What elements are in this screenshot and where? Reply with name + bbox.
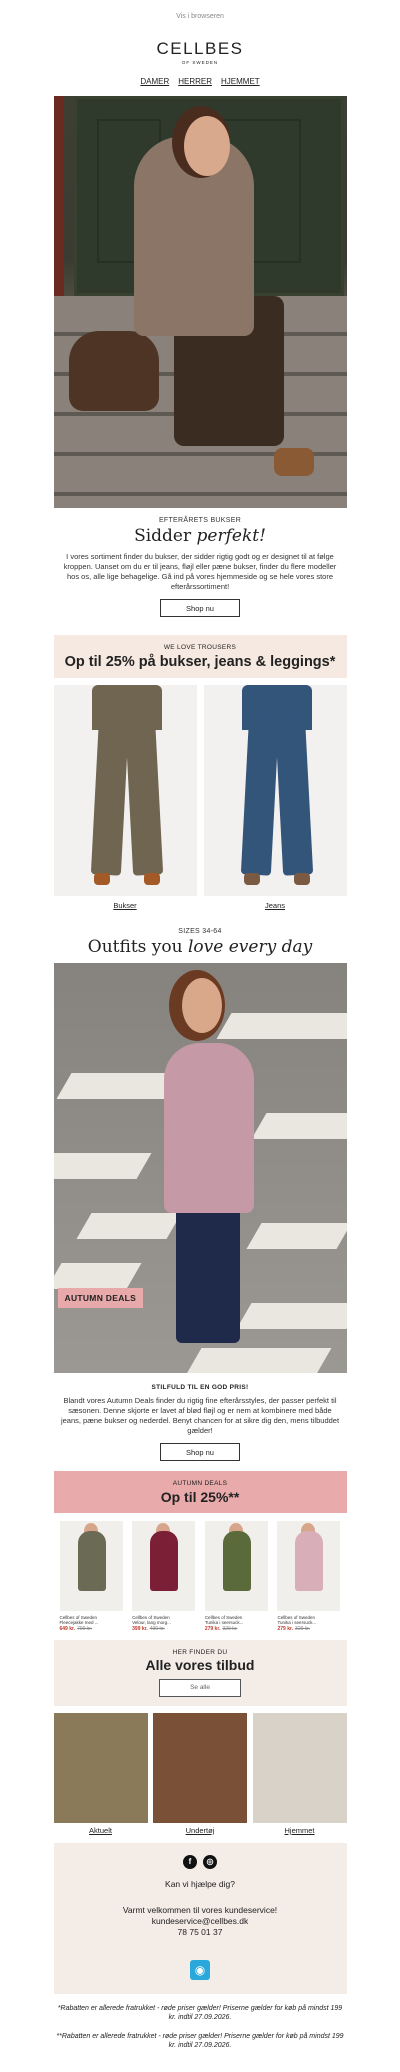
section1-title: Sidder perfekt! [134,526,266,546]
product-image[interactable] [53,685,197,896]
support-email[interactable]: kundeservice@cellbes.dk [54,1916,347,1927]
category-caption[interactable]: Aktuelt [54,1826,148,1835]
main-nav: DAMER HERRER HJEMMET [0,77,400,86]
category-caption[interactable]: Hjemmet [253,1826,347,1835]
hero-image[interactable] [53,96,347,508]
product-image[interactable] [132,1521,196,1611]
category-image[interactable] [153,1713,247,1823]
section1-kicker: EFTERÅRETS BUKSER [158,517,242,524]
instagram-icon[interactable]: ◎ [203,1855,217,1869]
promo2-title: Op til 25%** [160,1489,240,1505]
deal-products: Cellbes of Sweden Fleecejakke med ... 649 … [54,1521,347,1632]
deal-product-card[interactable]: Cellbes of Sweden Fleecejakke med ... 649 … [59,1521,123,1632]
product-image[interactable] [277,1521,341,1611]
nav-hjemmet[interactable]: HJEMMET [221,77,260,86]
deal-product-card[interactable]: Cellbes of Sweden Velour, lang morg... 399… [132,1521,196,1632]
product-card[interactable]: Bukser [53,685,197,910]
disclaimer-1: *Rabatten er allerede fratrukket - røde … [57,2005,343,2021]
nav-damer[interactable]: DAMER [140,77,169,86]
promo1-title: Op til 25% på bukser, jeans & leggings* [64,654,336,670]
section2-text: Blandt vores Autumn Deals finder du rigt… [60,1396,340,1435]
shop-now-button[interactable]: Shop nu [160,599,240,617]
offers-title: Alle vores tilbud [145,1657,255,1673]
product-image[interactable] [59,1521,123,1611]
product-card[interactable]: Jeans [203,685,347,910]
product-name: Fleecejakke med ... [59,1620,99,1625]
model-figure [163,1043,254,1213]
offers-kicker: HER FINDER DU [172,1649,228,1656]
product-price: 279 kr. 329 kr. [277,1626,311,1632]
product-pair: Bukser Jeans [53,685,347,910]
help-question: Kan vi hjælpe dig? [165,1879,235,1889]
category-image[interactable] [53,1713,148,1823]
all-offers-banner: HER FINDER DU Alle vores tilbud Se alle [53,1640,347,1706]
facebook-icon[interactable]: f [183,1855,197,1869]
logo[interactable]: CELLBES OF SWEDEN [0,39,400,65]
logo-sub: OF SWEDEN [181,60,219,65]
promo1-kicker: WE LOVE TROUSERS [163,644,237,651]
product-price: 399 kr. 499 kr. [132,1626,165,1632]
product-name: Tunika i seersuck... [277,1620,317,1625]
promo-banner-trousers[interactable]: WE LOVE TROUSERS Op til 25% på bukser, j… [53,635,347,678]
category-tile[interactable]: Undertøj [153,1713,247,1835]
section2-subheading: STILFULD TIL EN GOD PRIS! [151,1384,249,1391]
section2-kicker: SIZES 34-64 [178,928,222,935]
promo2-kicker: AUTUMN DEALS [172,1480,228,1487]
email-root: Vis i browseren CELLBES OF SWEDEN DAMER … [0,0,400,2050]
support-phone[interactable]: 78 75 01 37 [54,1927,347,1938]
product-name: Velour, lang morg... [132,1620,171,1625]
bag-image [68,331,159,411]
section1-text: I vores sortiment finder du bukser, der … [63,552,337,591]
product-image[interactable] [204,1521,268,1611]
product-price: 649 kr. 799 kr. [59,1626,93,1632]
category-tile[interactable]: Aktuelt [53,1713,148,1835]
autumn-deals-tag: AUTUMN DEALS [57,1288,144,1308]
section2-title: Outfits you love every day [87,937,313,957]
category-tiles: Aktuelt Undertøj Hjemmet [53,1713,347,1835]
see-all-button[interactable]: Se alle [159,1679,241,1697]
category-caption[interactable]: Undertøj [153,1826,247,1835]
footer: f ◎ Kan vi hjælpe dig? Varmt velkommen t… [53,1843,347,1994]
product-image[interactable] [203,685,347,896]
product-price: 279 kr. 329 kr. [204,1626,238,1632]
logo-name: CELLBES [156,39,244,58]
disclaimer-2: **Rabatten er allerede fratrukket - røde… [56,2033,344,2049]
category-tile[interactable]: Hjemmet [252,1713,347,1835]
deal-product-card[interactable]: Cellbes of Sweden Tunika i seersuck... 279… [204,1521,268,1632]
social-links: f ◎ [54,1855,347,1869]
nav-herrer[interactable]: HERRER [178,77,212,86]
product-caption[interactable]: Bukser [54,901,197,910]
outfit-hero-image[interactable]: AUTUMN DEALS [53,963,347,1373]
category-image[interactable] [252,1713,347,1823]
customer-service-info: Varmt velkommen til vores kundeservice! … [54,1905,347,1938]
shop-now-button-2[interactable]: Shop nu [160,1443,240,1461]
eye-icon[interactable]: ◉ [190,1960,210,1980]
product-caption[interactable]: Jeans [204,901,347,910]
deal-product-card[interactable]: Cellbes of Sweden Tunika i seersuck... 279… [277,1521,341,1632]
autumn-deals-banner[interactable]: AUTUMN DEALS Op til 25%** [53,1471,347,1513]
product-name: Tunika i seersuck... [204,1620,244,1625]
view-in-browser-link[interactable]: Vis i browseren [0,0,400,23]
